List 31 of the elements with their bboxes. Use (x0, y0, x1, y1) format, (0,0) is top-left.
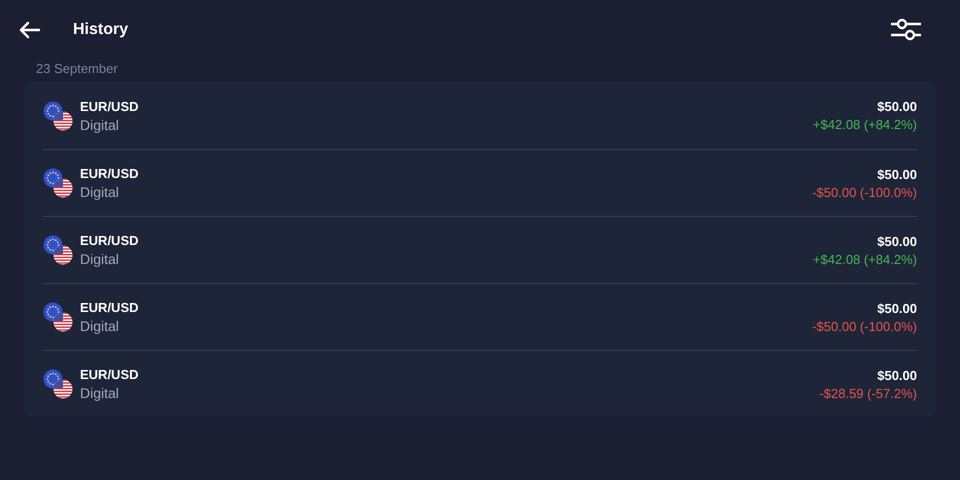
currency-flags-icon (43, 100, 73, 130)
currency-pair: EUR/USD (80, 300, 139, 315)
trade-amount: $50.00 (877, 300, 917, 316)
option-type: Digital (80, 385, 120, 401)
currency-flags-icon (43, 369, 73, 399)
profit-result: +$42.08 (+84.2%) (812, 252, 917, 266)
currency-flags-icon (43, 168, 73, 198)
profit-result: -$50.00 (-100.0%) (812, 318, 917, 334)
filter-button[interactable] (891, 18, 921, 42)
trade-amount: $50.00 (877, 368, 917, 382)
currency-pair: EUR/USD (80, 166, 139, 181)
profit-result: +$42.08 (+84.2%) (812, 117, 917, 132)
option-type: Digital (80, 116, 120, 132)
option-type: Digital (80, 318, 120, 334)
currency-pair: EUR/USD (80, 98, 139, 114)
back-arrow-icon (18, 21, 40, 39)
date-heading: 23 September (36, 60, 119, 78)
currency-pair: EUR/USD (80, 233, 139, 248)
trade-amount: $50.00 (877, 234, 917, 248)
currency-pair: EUR/USD (80, 367, 139, 382)
trade-amount: $50.00 (877, 99, 917, 114)
filter-sliders-icon (891, 18, 921, 42)
option-type: Digital (80, 184, 120, 200)
profit-result: -$50.00 (-100.0%) (812, 184, 917, 200)
profit-result: -$28.59 (-57.2%) (819, 386, 917, 400)
currency-flags-icon (43, 235, 73, 265)
currency-flags-icon (43, 302, 73, 332)
back-button[interactable] (18, 21, 40, 39)
option-type: Digital (80, 251, 120, 267)
trade-amount: $50.00 (877, 166, 917, 182)
page-title: History (73, 21, 128, 39)
